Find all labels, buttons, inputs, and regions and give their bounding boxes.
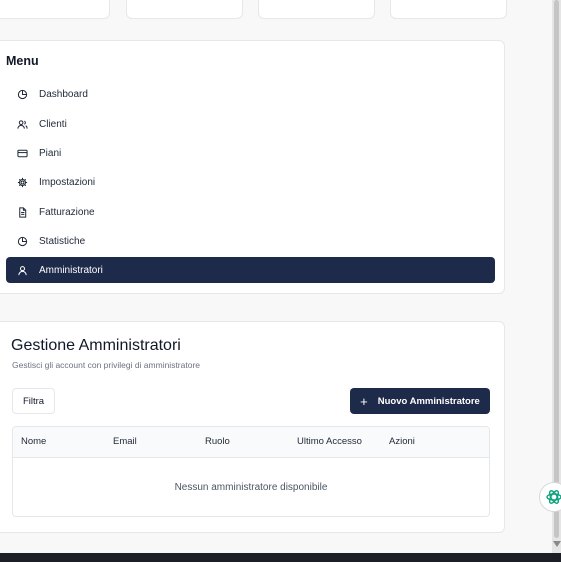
sidebar-item-amministratori[interactable]: Amministratori	[6, 257, 495, 283]
stat-card	[0, 0, 110, 19]
sidebar-item-label: Piani	[39, 147, 62, 159]
column-header-email[interactable]: Email	[113, 436, 137, 447]
admin-table: Nome Email Ruolo Ultimo Accesso Azioni N…	[12, 426, 490, 517]
sidebar-item-fatturazione[interactable]: Fatturazione	[6, 199, 495, 225]
document-icon	[16, 206, 28, 218]
sidebar-item-dashboard[interactable]: Dashboard	[6, 81, 495, 107]
scroll-down-arrow-icon[interactable]	[553, 541, 561, 547]
column-header-ruolo[interactable]: Ruolo	[205, 436, 230, 447]
page-subtitle: Gestisci gli account con privilegi di am…	[12, 360, 201, 370]
gear-icon	[16, 176, 28, 188]
menu-title: Menu	[6, 54, 39, 68]
admin-management-card: Gestione Amministratori Gestisci gli acc…	[0, 321, 505, 533]
assistant-bubble-button[interactable]	[539, 482, 561, 512]
stat-card	[390, 0, 507, 19]
stat-card	[258, 0, 375, 19]
column-header-azioni: Azioni	[389, 436, 415, 447]
stat-card	[126, 0, 243, 19]
sidebar-item-label: Statistiche	[39, 235, 86, 247]
column-header-nome[interactable]: Nome	[21, 436, 46, 447]
scrollbar-thumb[interactable]	[554, 0, 559, 538]
new-admin-label: Nuovo Amministratore	[377, 395, 480, 407]
taskbar	[0, 553, 561, 562]
new-admin-button[interactable]: + Nuovo Amministratore	[350, 388, 490, 414]
sidebar-item-label: Dashboard	[39, 88, 88, 100]
credit-card-icon	[16, 147, 28, 159]
assistant-icon	[546, 490, 561, 504]
sidebar-item-impostazioni[interactable]: Impostazioni	[6, 169, 495, 195]
sidebar-item-statistiche[interactable]: Statistiche	[6, 228, 495, 254]
sidebar-item-label: Impostazioni	[39, 176, 96, 188]
empty-state-text: Nessun amministratore disponibile	[174, 482, 328, 493]
filter-button[interactable]: Filtra	[12, 388, 55, 414]
menu-card: Menu Dashboard Clienti Piani Impostazion…	[0, 40, 505, 294]
sidebar-item-label: Fatturazione	[39, 206, 95, 218]
users-icon	[16, 118, 28, 130]
sidebar-item-label: Clienti	[39, 118, 67, 130]
sidebar-item-piani[interactable]: Piani	[6, 140, 495, 166]
table-header: Nome Email Ruolo Ultimo Accesso Azioni	[13, 427, 489, 458]
page-title: Gestione Amministratori	[11, 337, 181, 354]
sidebar-item-label: Amministratori	[39, 264, 103, 276]
column-header-ultimo-accesso[interactable]: Ultimo Accesso	[297, 436, 362, 447]
pie-chart-icon	[16, 235, 28, 247]
user-icon	[16, 264, 28, 276]
plus-icon: +	[360, 393, 368, 409]
pie-chart-icon	[16, 88, 28, 100]
sidebar-item-clienti[interactable]: Clienti	[6, 111, 495, 137]
